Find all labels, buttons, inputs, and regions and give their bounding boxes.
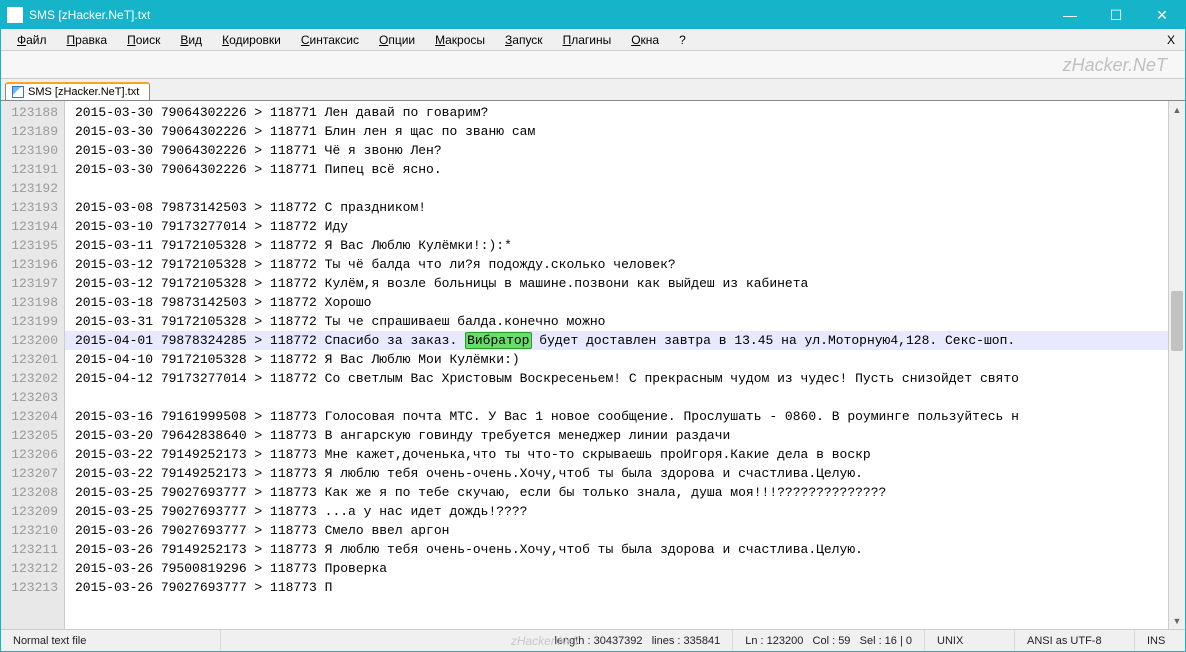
menu-кодировки[interactable]: Кодировки	[212, 29, 291, 50]
toolbar: zHacker.NeT	[1, 51, 1185, 79]
line-number: 123212	[1, 559, 58, 578]
code-line[interactable]: 2015-03-30 79064302226 > 118771 Чё я зво…	[75, 141, 1168, 160]
menu-синтаксис[interactable]: Синтаксис	[291, 29, 369, 50]
line-number: 123206	[1, 445, 58, 464]
code-line[interactable]: 2015-03-26 79500819296 > 118773 Проверка	[75, 559, 1168, 578]
status-ins: INS	[1135, 630, 1185, 651]
status-bar: Normal text file zHacker.NeT length : 30…	[1, 629, 1185, 651]
code-line[interactable]: 2015-03-18 79873142503 > 118772 Хорошо	[75, 293, 1168, 312]
line-number: 123202	[1, 369, 58, 388]
tab-bar: SMS [zHacker.NeT].txt	[1, 79, 1185, 101]
close-button[interactable]: ✕	[1139, 1, 1185, 29]
menu-окна[interactable]: Окна	[621, 29, 669, 50]
line-number: 123189	[1, 122, 58, 141]
line-number: 123198	[1, 293, 58, 312]
menu-макросы[interactable]: Макросы	[425, 29, 495, 50]
code-line[interactable]: 2015-03-12 79172105328 > 118772 Ты чё ба…	[75, 255, 1168, 274]
line-number: 123193	[1, 198, 58, 217]
search-highlight: Вибратор	[465, 332, 531, 349]
menu-запуск[interactable]: Запуск	[495, 29, 553, 50]
line-number: 123194	[1, 217, 58, 236]
menu-вид[interactable]: Вид	[170, 29, 212, 50]
menu-bar: ФайлПравкаПоискВидКодировкиСинтаксисОпци…	[1, 29, 1185, 51]
document-icon	[12, 86, 24, 98]
status-eol: UNIX	[925, 630, 1015, 651]
code-line[interactable]: 2015-03-25 79027693777 > 118773 Как же я…	[75, 483, 1168, 502]
status-filetype: Normal text file	[1, 630, 221, 651]
window-controls: — ☐ ✕	[1047, 1, 1185, 29]
line-number: 123204	[1, 407, 58, 426]
line-number: 123203	[1, 388, 58, 407]
tab-label: SMS [zHacker.NeT].txt	[28, 86, 139, 98]
code-line[interactable]: 2015-04-10 79172105328 > 118772 Я Вас Лю…	[75, 350, 1168, 369]
app-icon	[7, 7, 23, 23]
line-number: 123195	[1, 236, 58, 255]
line-number: 123197	[1, 274, 58, 293]
document-close-x[interactable]: X	[1167, 33, 1175, 47]
line-number: 123211	[1, 540, 58, 559]
code-line[interactable]: 2015-03-22 79149252173 > 118773 Мне каже…	[75, 445, 1168, 464]
code-line[interactable]: 2015-03-08 79873142503 > 118772 С праздн…	[75, 198, 1168, 217]
window-title: SMS [zHacker.NeT].txt	[29, 8, 150, 22]
minimize-button[interactable]: —	[1047, 1, 1093, 29]
scroll-down-arrow[interactable]: ▼	[1169, 612, 1185, 629]
code-line[interactable]: 2015-03-30 79064302226 > 118771 Лен дава…	[75, 103, 1168, 122]
code-line[interactable]: 2015-03-12 79172105328 > 118772 Кулём,я …	[75, 274, 1168, 293]
code-line[interactable]: 2015-03-26 79149252173 > 118773 Я люблю …	[75, 540, 1168, 559]
code-content[interactable]: 2015-03-30 79064302226 > 118771 Лен дава…	[65, 101, 1168, 629]
menu-плагины[interactable]: Плагины	[553, 29, 622, 50]
line-number: 123213	[1, 578, 58, 597]
code-line[interactable]: 2015-03-20 79642838640 > 118773 В ангарс…	[75, 426, 1168, 445]
code-line[interactable]: 2015-03-22 79149252173 > 118773 Я люблю …	[75, 464, 1168, 483]
line-number: 123199	[1, 312, 58, 331]
menu-правка[interactable]: Правка	[57, 29, 118, 50]
code-line[interactable]: 2015-03-31 79172105328 > 118772 Ты че сп…	[75, 312, 1168, 331]
code-line[interactable]: 2015-03-30 79064302226 > 118771 Пипец вс…	[75, 160, 1168, 179]
code-line[interactable]	[75, 388, 1168, 407]
line-number: 123192	[1, 179, 58, 198]
line-number-gutter: 1231881231891231901231911231921231931231…	[1, 101, 65, 629]
code-line[interactable]: 2015-03-11 79172105328 > 118772 Я Вас Лю…	[75, 236, 1168, 255]
line-number: 123190	[1, 141, 58, 160]
scroll-up-arrow[interactable]: ▲	[1169, 101, 1185, 118]
watermark: zHacker.NeT	[1063, 55, 1167, 76]
line-number: 123188	[1, 103, 58, 122]
code-line[interactable]	[75, 179, 1168, 198]
code-line[interactable]: 2015-03-30 79064302226 > 118771 Блин лен…	[75, 122, 1168, 141]
line-number: 123208	[1, 483, 58, 502]
line-number: 123209	[1, 502, 58, 521]
code-line[interactable]: 2015-03-25 79027693777 > 118773 ...а у н…	[75, 502, 1168, 521]
scroll-thumb[interactable]	[1171, 291, 1183, 351]
editor-area: 1231881231891231901231911231921231931231…	[1, 101, 1185, 629]
menu-поиск[interactable]: Поиск	[117, 29, 170, 50]
menu-?[interactable]: ?	[669, 29, 696, 50]
line-number: 123200	[1, 331, 58, 350]
code-line[interactable]: 2015-04-12 79173277014 > 118772 Со светл…	[75, 369, 1168, 388]
tab-active[interactable]: SMS [zHacker.NeT].txt	[5, 82, 150, 100]
maximize-button[interactable]: ☐	[1093, 1, 1139, 29]
line-number: 123191	[1, 160, 58, 179]
status-length: length : 30437392 lines : 335841	[542, 630, 733, 651]
menu-файл[interactable]: Файл	[7, 29, 57, 50]
vertical-scrollbar[interactable]: ▲ ▼	[1168, 101, 1185, 629]
line-number: 123201	[1, 350, 58, 369]
line-number: 123196	[1, 255, 58, 274]
code-line[interactable]: 2015-03-26 79027693777 > 118773 Смело вв…	[75, 521, 1168, 540]
line-number: 123205	[1, 426, 58, 445]
code-line[interactable]: 2015-03-16 79161999508 > 118773 Голосова…	[75, 407, 1168, 426]
code-line[interactable]: 2015-03-26 79027693777 > 118773 П	[75, 578, 1168, 597]
status-position: Ln : 123200 Col : 59 Sel : 16 | 0	[733, 630, 925, 651]
line-number: 123207	[1, 464, 58, 483]
scroll-track[interactable]	[1169, 118, 1185, 612]
title-bar: SMS [zHacker.NeT].txt — ☐ ✕	[1, 1, 1185, 29]
line-number: 123210	[1, 521, 58, 540]
code-line[interactable]: 2015-04-01 79878324285 > 118772 Спасибо …	[75, 331, 1168, 350]
menu-опции[interactable]: Опции	[369, 29, 425, 50]
status-encoding: ANSI as UTF-8	[1015, 630, 1135, 651]
code-line[interactable]: 2015-03-10 79173277014 > 118772 Иду	[75, 217, 1168, 236]
